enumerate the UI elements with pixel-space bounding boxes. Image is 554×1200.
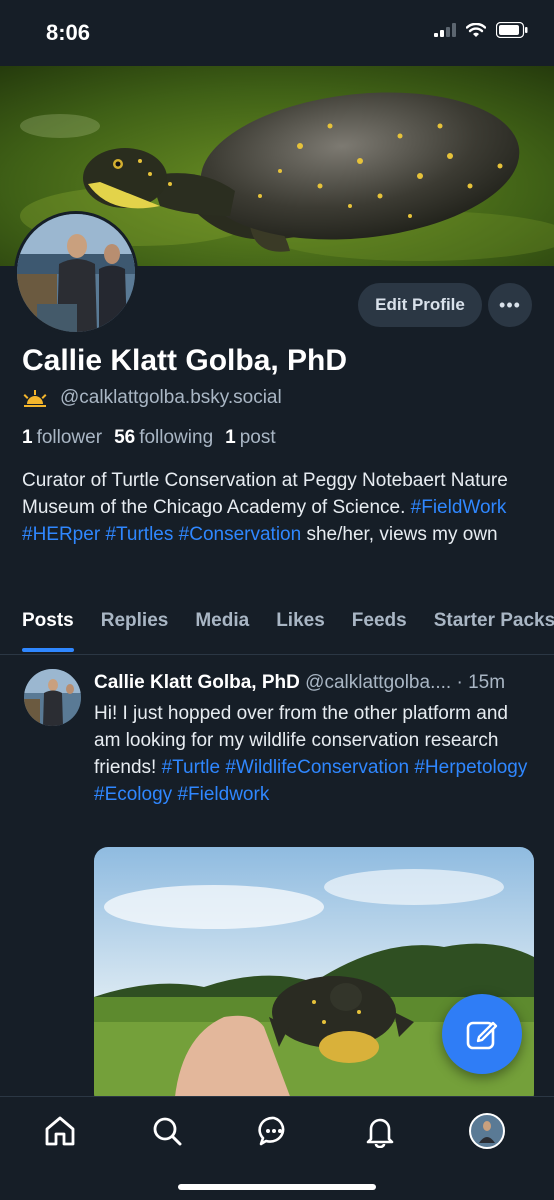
hashtag-link[interactable]: #FieldWork <box>411 497 507 518</box>
post-text: Hi! I just hopped over from the other pl… <box>94 700 539 808</box>
post-timestamp: · 15m <box>456 672 506 693</box>
bio-tail: she/her, views my own <box>306 524 498 545</box>
nav-notifications[interactable] <box>362 1113 398 1149</box>
wifi-icon <box>466 22 486 37</box>
profile-stats: 1 follower 56 following 1 post <box>22 427 276 449</box>
status-icons <box>434 22 528 38</box>
bell-icon <box>366 1118 394 1148</box>
search-icon <box>153 1117 182 1146</box>
compose-button[interactable] <box>442 994 522 1074</box>
more-options-button[interactable]: ••• <box>488 283 532 327</box>
tab-starter-packs[interactable]: Starter Packs <box>434 598 554 654</box>
tab-posts[interactable]: Posts <box>22 598 74 654</box>
profile-bio: Curator of Turtle Conservation at Peggy … <box>22 467 542 548</box>
post-handle[interactable]: @calklattgolba.... <box>305 672 451 693</box>
compose-icon <box>466 1021 498 1050</box>
sunrise-icon <box>23 390 47 407</box>
post-avatar[interactable] <box>24 669 81 726</box>
hashtag-link[interactable]: #WildlifeConservation <box>225 757 409 778</box>
status-bar: 8:06 <box>0 0 554 66</box>
nav-search[interactable] <box>149 1113 185 1149</box>
profile-tabs: Posts Replies Media Likes Feeds Starter … <box>0 598 554 654</box>
nav-chat[interactable] <box>256 1113 292 1149</box>
avatar <box>469 1113 505 1149</box>
post-author[interactable]: Callie Klatt Golba, PhD <box>94 672 300 693</box>
hashtag-link[interactable]: #Herpetology <box>414 757 527 778</box>
home-icon <box>45 1116 75 1146</box>
status-time: 8:06 <box>46 20 91 45</box>
tab-feeds[interactable]: Feeds <box>352 598 407 654</box>
post-header: Callie Klatt Golba, PhD @calklattgolba..… <box>94 672 539 694</box>
tab-likes[interactable]: Likes <box>276 598 325 654</box>
tab-replies[interactable]: Replies <box>101 598 169 654</box>
hashtag-link[interactable]: #Turtles <box>105 524 173 545</box>
hashtag-link[interactable]: #HERper <box>22 524 100 545</box>
signal-icon <box>434 23 456 37</box>
hashtag-link[interactable]: #Conservation <box>179 524 302 545</box>
home-indicator <box>178 1184 376 1190</box>
battery-icon <box>496 22 528 38</box>
display-name: Callie Klatt Golba, PhD <box>22 344 348 377</box>
profile-avatar[interactable] <box>14 211 138 335</box>
ellipsis-icon: ••• <box>499 294 521 315</box>
nav-profile[interactable] <box>469 1113 505 1149</box>
chat-icon <box>258 1116 285 1146</box>
nav-home[interactable] <box>42 1113 78 1149</box>
tab-media[interactable]: Media <box>195 598 249 654</box>
handle-row: @calklattgolba.bsky.social <box>22 387 282 409</box>
hashtag-link[interactable]: #Fieldwork <box>177 784 269 805</box>
following-stat[interactable]: 56 following <box>114 427 213 449</box>
profile-handle: @calklattgolba.bsky.social <box>60 387 282 408</box>
followers-stat[interactable]: 1 follower <box>22 427 102 449</box>
hashtag-link[interactable]: #Ecology <box>94 784 172 805</box>
posts-stat: 1 post <box>225 427 276 448</box>
edit-profile-button[interactable]: Edit Profile <box>358 283 482 327</box>
hashtag-link[interactable]: #Turtle <box>162 757 220 778</box>
